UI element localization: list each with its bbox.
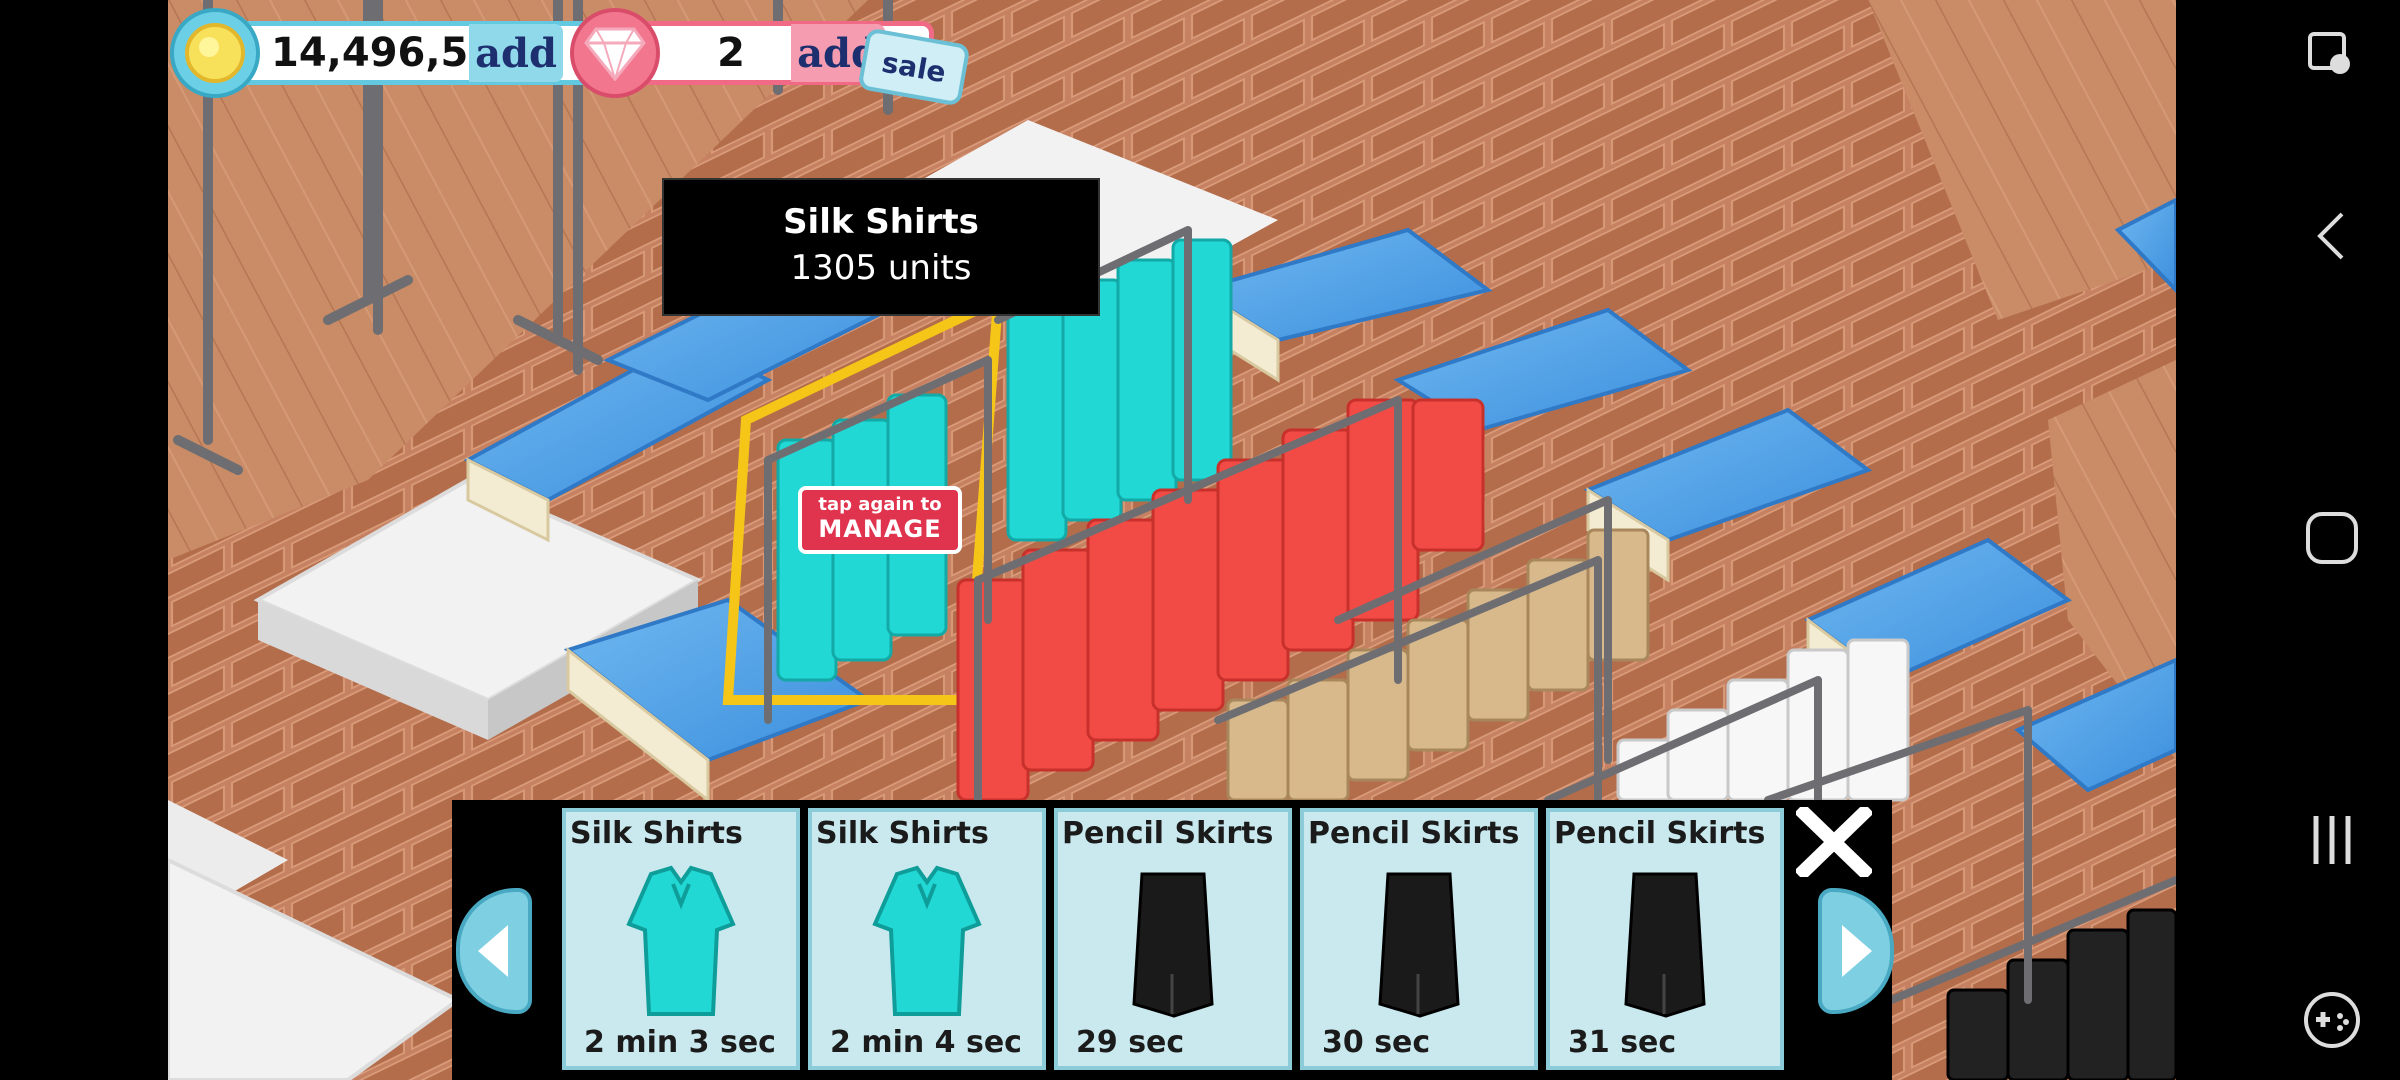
card-timer: 2 min 4 sec — [830, 1025, 1022, 1060]
card-title: Pencil Skirts — [1062, 816, 1274, 851]
queue-card[interactable]: Silk Shirts 2 min 4 sec — [808, 808, 1046, 1070]
back-icon[interactable] — [2300, 204, 2364, 268]
card-timer: 30 sec — [1322, 1025, 1431, 1060]
skirt-icon — [1128, 864, 1218, 1028]
add-coins-button[interactable]: add — [469, 24, 563, 82]
screen-pin-icon[interactable] — [2300, 24, 2364, 88]
coin-counter: 14,496,513 add — [170, 8, 622, 98]
gem-amount: 2 — [717, 30, 745, 76]
queue-card[interactable]: Pencil Skirts 29 sec — [1054, 808, 1292, 1070]
card-timer: 29 sec — [1076, 1025, 1185, 1060]
card-title: Pencil Skirts — [1308, 816, 1520, 851]
skirt-icon — [1374, 864, 1464, 1028]
card-title: Silk Shirts — [570, 816, 743, 851]
card-title: Silk Shirts — [816, 816, 989, 851]
queue-card[interactable]: Pencil Skirts 31 sec — [1546, 808, 1784, 1070]
recents-icon[interactable] — [2300, 808, 2364, 872]
diamond-icon — [570, 8, 660, 98]
card-title: Pencil Skirts — [1554, 816, 1766, 851]
coin-pill: 14,496,513 add — [230, 21, 622, 85]
skirt-icon — [1620, 864, 1710, 1028]
manage-label: MANAGE — [818, 515, 942, 543]
shirt-icon — [867, 864, 987, 1028]
card-timer: 2 min 3 sec — [584, 1025, 776, 1060]
shirt-icon — [621, 864, 741, 1028]
chevron-right-icon — [1842, 925, 1872, 977]
close-tray-button[interactable] — [1792, 802, 1876, 882]
queue-card[interactable]: Silk Shirts 2 min 3 sec — [562, 808, 800, 1070]
manage-badge[interactable]: tap again to MANAGE — [798, 486, 962, 554]
coin-icon — [170, 8, 260, 98]
manage-hint: tap again to — [818, 494, 942, 515]
chevron-left-icon — [478, 925, 508, 977]
game-tools-icon[interactable] — [2300, 988, 2364, 1052]
card-timer: 31 sec — [1568, 1025, 1677, 1060]
close-icon — [1796, 807, 1872, 877]
home-icon[interactable] — [2300, 506, 2364, 570]
item-tooltip: Silk Shirts 1305 units — [662, 178, 1100, 316]
coin-amount: 14,496,513 — [271, 30, 525, 76]
tooltip-title: Silk Shirts — [783, 202, 979, 242]
tooltip-units: 1305 units — [790, 248, 972, 288]
queue-card[interactable]: Pencil Skirts 30 sec — [1300, 808, 1538, 1070]
